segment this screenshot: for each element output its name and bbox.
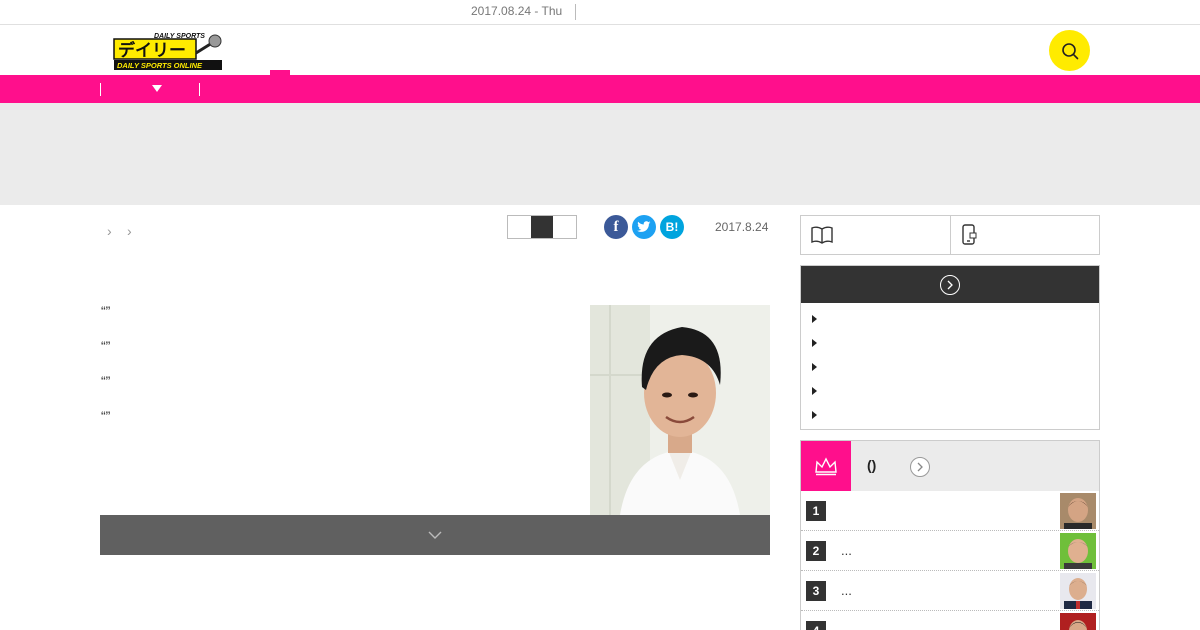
breadcrumb-chevron-icon[interactable]: › bbox=[127, 223, 132, 239]
tab-digital-edition[interactable] bbox=[801, 216, 950, 254]
font-size-small-button[interactable] bbox=[508, 216, 531, 238]
rank-number: 2 bbox=[806, 541, 826, 561]
facebook-share-button[interactable]: f bbox=[604, 215, 628, 239]
twitter-icon bbox=[637, 221, 651, 232]
article-photo[interactable] bbox=[590, 305, 770, 515]
nav-dropdown-icon[interactable] bbox=[152, 85, 162, 92]
top-date-bar: 2017.08.24 - Thu bbox=[0, 0, 1200, 25]
chevron-right-icon bbox=[917, 462, 923, 472]
current-date: 2017.08.24 - Thu bbox=[471, 4, 563, 18]
breadcrumb-chevron-icon[interactable]: › bbox=[107, 223, 112, 239]
rank-number: 1 bbox=[806, 501, 826, 521]
daily-sports-logo[interactable]: DAILY SPORTS デイリー DAILY SPORTS ONLINE bbox=[112, 31, 224, 71]
date-separator bbox=[575, 4, 576, 20]
hatena-bookmark-button[interactable]: B! bbox=[660, 215, 684, 239]
rank-number: 3 bbox=[806, 581, 826, 601]
smartphone-icon bbox=[961, 224, 976, 245]
main-navigation-bar bbox=[0, 75, 1200, 103]
list-item[interactable] bbox=[801, 331, 1099, 355]
hatena-icon: B! bbox=[665, 220, 679, 234]
facebook-icon: f bbox=[613, 218, 619, 235]
search-button[interactable] bbox=[1049, 30, 1090, 71]
rank-thumbnail bbox=[1060, 493, 1096, 529]
topics-more-button[interactable] bbox=[940, 274, 960, 295]
table-row[interactable]: 2 ... bbox=[801, 531, 1099, 571]
ranking-title: () bbox=[867, 457, 877, 473]
article-quote: “” bbox=[101, 373, 111, 389]
table-row[interactable]: 4 bbox=[801, 611, 1099, 630]
rank-thumbnail bbox=[1060, 573, 1096, 609]
chevron-right-icon bbox=[947, 280, 953, 289]
ranking-more-button[interactable] bbox=[910, 457, 930, 477]
nav-divider bbox=[199, 83, 200, 96]
read-more-bar[interactable] bbox=[100, 515, 770, 555]
list-item[interactable] bbox=[801, 403, 1099, 427]
svg-text:DAILY SPORTS ONLINE: DAILY SPORTS ONLINE bbox=[117, 61, 203, 70]
table-row[interactable]: 3 ... bbox=[801, 571, 1099, 611]
article-quote: “” bbox=[101, 408, 111, 424]
rank-headline: ... bbox=[841, 583, 852, 598]
open-book-icon bbox=[811, 226, 833, 244]
list-item[interactable] bbox=[801, 379, 1099, 403]
rank-number: 4 bbox=[806, 621, 826, 630]
list-item[interactable] bbox=[801, 307, 1099, 331]
crown-icon bbox=[801, 441, 851, 491]
topics-header bbox=[801, 266, 1099, 303]
list-item[interactable] bbox=[801, 355, 1099, 379]
twitter-share-button[interactable] bbox=[632, 215, 656, 239]
sidebar-tabs bbox=[800, 215, 1100, 255]
font-size-medium-button[interactable] bbox=[530, 216, 554, 238]
site-header: DAILY SPORTS デイリー DAILY SPORTS ONLINE bbox=[0, 25, 1200, 75]
sidebar-topics-box bbox=[800, 265, 1100, 430]
search-icon bbox=[1061, 42, 1078, 59]
ad-banner-area bbox=[0, 103, 1200, 205]
rank-headline: ... bbox=[841, 543, 852, 558]
main-content: › › f B! 2017.8.24 “” “” “” “” () 1 2 ..… bbox=[0, 205, 1200, 630]
ranking-box: () 1 2 ... 3 ... bbox=[800, 440, 1100, 630]
svg-text:デイリー: デイリー bbox=[118, 40, 186, 61]
rank-thumbnail bbox=[1060, 533, 1096, 569]
chevron-down-icon bbox=[428, 531, 442, 539]
nav-divider bbox=[100, 83, 101, 96]
table-row[interactable]: 1 bbox=[801, 491, 1099, 531]
tab-mobile[interactable] bbox=[949, 216, 1100, 254]
font-size-switcher bbox=[507, 215, 577, 239]
topics-list bbox=[801, 303, 1099, 427]
article-date: 2017.8.24 bbox=[715, 220, 769, 234]
rank-thumbnail bbox=[1060, 613, 1096, 630]
font-size-large-button[interactable] bbox=[553, 216, 576, 238]
article-quote: “” bbox=[101, 303, 111, 319]
article-quote: “” bbox=[101, 338, 111, 354]
ranking-header: () bbox=[801, 441, 1099, 491]
